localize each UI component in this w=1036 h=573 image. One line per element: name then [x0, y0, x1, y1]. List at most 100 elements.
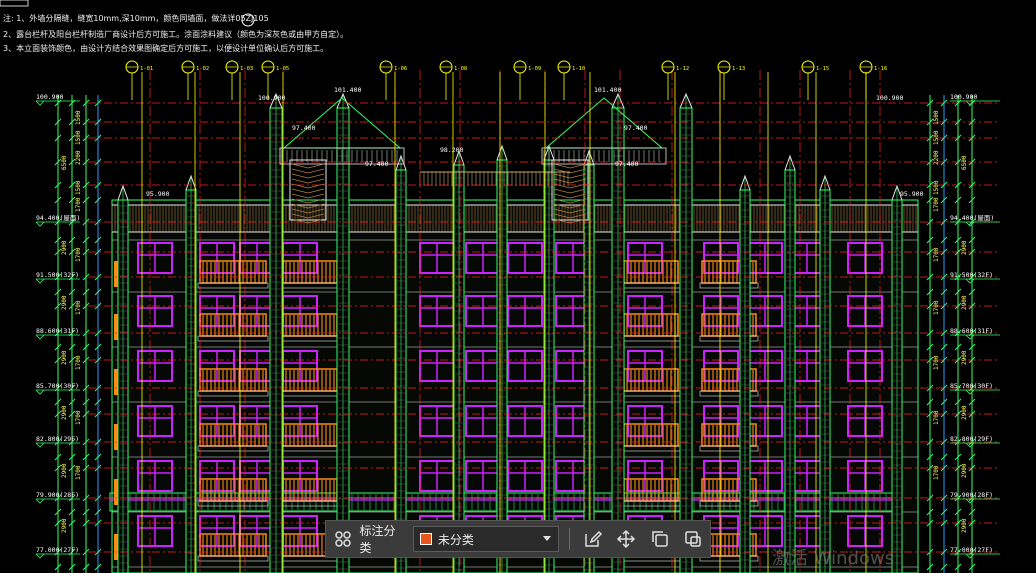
- louver-chevron: [553, 188, 587, 194]
- level-label-left: 77.000(27F): [36, 546, 79, 554]
- axis-bubble-label: 1-01: [140, 66, 153, 72]
- dimension-value-inner-left: 1500: [75, 180, 82, 195]
- level-label-right: 77.000(27F): [950, 546, 993, 554]
- dimension-value-inner-right: 2200: [933, 150, 940, 165]
- louver-chevron: [291, 163, 325, 169]
- pavilion-gable: [544, 97, 664, 149]
- louver-chevron: [553, 163, 587, 169]
- axis-bubble-label: 1-08: [454, 66, 467, 72]
- dimension-value-right: 2900: [961, 518, 968, 533]
- axis-bubble-label: 1-16: [874, 66, 887, 72]
- dimension-value-inner-left: 1500: [75, 130, 82, 145]
- axis-bubble-label: 1-03: [240, 66, 253, 72]
- dimension-value-left: 2900: [61, 350, 68, 365]
- dimension-value-inner-left: 2200: [75, 150, 82, 165]
- axis-bubble-label: 1-12: [676, 66, 689, 72]
- level-label-right: 100.900: [950, 93, 977, 101]
- dimension-value-inner-left: 1700: [75, 410, 82, 425]
- axis-bubble-label: 1-05: [276, 66, 289, 72]
- dimension-value-inner-right: 1700: [933, 197, 940, 212]
- category-select-value: 未分类: [437, 532, 474, 547]
- axis-bubble-label: 1-02: [196, 66, 209, 72]
- level-label-right: 82.800(29F): [950, 435, 993, 443]
- elevation-label: 97.400: [365, 160, 389, 168]
- design-note-1: 注: 1、外墙分隔缝，缝宽10mm,深10mm，颜色同墙面，做法详05ZJ105: [3, 14, 269, 23]
- axis-bubble-label: 1-15: [816, 66, 829, 72]
- activate-windows-watermark: 激活 Windows: [772, 548, 895, 569]
- category-select[interactable]: 未分类: [412, 526, 559, 552]
- louver-chevron: [553, 178, 587, 184]
- dimension-value-inner-left: 1500: [75, 110, 82, 125]
- level-label-right: 79.900(28F): [950, 491, 993, 499]
- elevation-label: 97.400: [624, 124, 648, 132]
- louver-chevron: [291, 188, 325, 194]
- dimension-value-inner-right: 1700: [933, 247, 940, 262]
- building-outline: [111, 199, 919, 573]
- paste-icon[interactable]: [676, 521, 710, 557]
- titleblock-stub: [0, 0, 29, 7]
- ridge-elevation-label: 100.900: [258, 94, 285, 102]
- elevation-label: 95.900: [146, 190, 170, 198]
- level-label-left: 100.900: [36, 93, 63, 101]
- elevation-label: 95.900: [900, 190, 924, 198]
- category-color-swatch: [419, 533, 432, 545]
- grid-icon[interactable]: [326, 521, 360, 557]
- elevation-label: 98.200: [440, 146, 464, 154]
- ridge-elevation-label: 100.900: [876, 94, 903, 102]
- dimension-value-inner-left: 1700: [75, 197, 82, 212]
- level-label-left: 94.400(屋面): [36, 214, 80, 222]
- dimension-value-left: 2900: [61, 405, 68, 420]
- dimension-value-left: 2900: [61, 295, 68, 310]
- dimension-value-inner-left: 1700: [75, 355, 82, 370]
- dimension-value-right: 2900: [961, 463, 968, 478]
- elevation-label: 97.400: [292, 124, 316, 132]
- level-label-right: 94.400(屋面): [950, 214, 994, 222]
- move-icon[interactable]: [609, 521, 643, 557]
- dimension-value-left: 2900: [61, 518, 68, 533]
- dimension-value-inner-right: 1500: [933, 130, 940, 145]
- toolbar-divider: [568, 528, 570, 550]
- level-label-left: 88.600(31F): [36, 327, 79, 335]
- axis-bubble-label: 1-10: [572, 66, 585, 72]
- dimension-value-right: 2900: [961, 295, 968, 310]
- dimension-value-left: 2900: [61, 240, 68, 255]
- dimension-value-inner-right: 1700: [933, 355, 940, 370]
- dimension-value-inner-left: 1700: [75, 247, 82, 262]
- dimension-value-inner-right: 1700: [933, 300, 940, 315]
- dimension-value-inner-left: 1700: [75, 300, 82, 315]
- axis-bubble-label: 1-13: [732, 66, 745, 72]
- dimension-value-inner-right: 1700: [933, 410, 940, 425]
- chevron-down-icon: [542, 536, 551, 541]
- dimension-value-left: 6500: [61, 155, 68, 170]
- dimension-value-right: 6500: [961, 155, 968, 170]
- edit-icon[interactable]: [576, 521, 610, 557]
- dimension-value-inner-right: 1500: [933, 110, 940, 125]
- dimension-value-left: 2900: [61, 463, 68, 478]
- dimension-value-right: 2900: [961, 350, 968, 365]
- level-label-left: 79.900(28F): [36, 491, 79, 499]
- design-note-2: 2、露台栏杆及阳台栏杆制造厂商设计后方可施工。涂面涂料建议（颜色为深灰色或由甲方…: [3, 30, 349, 39]
- dimension-value-right: 2900: [961, 240, 968, 255]
- cad-drawing-canvas[interactable]: 100.900 94.400(屋面) 91.500(32F) 88.600(31F) 8…: [0, 0, 1036, 573]
- dimension-value-inner-left: 1700: [75, 465, 82, 480]
- louver-chevron: [291, 173, 325, 179]
- axis-bubble-label: 1-09: [528, 66, 541, 72]
- dimension-value-inner-right: 1700: [933, 465, 940, 480]
- dimension-value-inner-right: 1500: [933, 180, 940, 195]
- level-label-left: 85.700(30F): [36, 382, 79, 390]
- level-label-right: 88.600(31F): [950, 327, 993, 335]
- louver-chevron: [553, 173, 587, 179]
- louver-chevron: [553, 193, 587, 199]
- copy-icon[interactable]: [643, 521, 677, 557]
- level-label-left: 82.800(29F): [36, 435, 79, 443]
- level-label-right: 85.700(30F): [950, 382, 993, 390]
- design-note-3: 3、本立面装饰颜色，由设计方结合效果图确定后方可施工，以便设计单位确认后方可施工…: [3, 44, 329, 53]
- dimension-value-right: 2900: [961, 405, 968, 420]
- louver-chevron: [291, 178, 325, 184]
- louver-chevron: [291, 193, 325, 199]
- annotation-category-label: 标注分类: [359, 524, 396, 555]
- elevation-label: 97.400: [615, 160, 639, 168]
- ridge-elevation-label: 101.400: [594, 86, 621, 94]
- ridge-elevation-label: 101.400: [334, 86, 361, 94]
- level-label-right: 91.500(32F): [950, 271, 993, 279]
